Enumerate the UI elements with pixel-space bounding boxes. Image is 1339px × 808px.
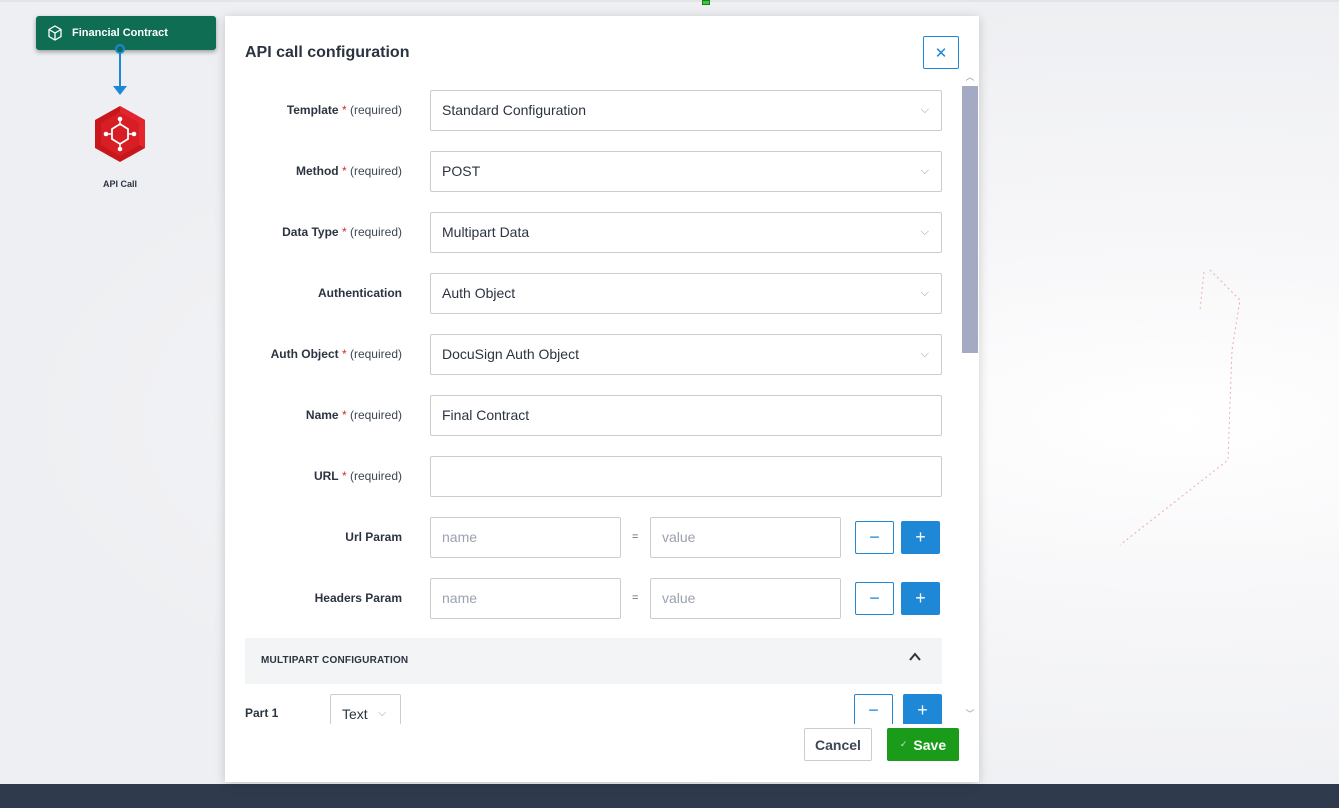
chevron-down-icon: ⌵ bbox=[920, 165, 929, 177]
url-row: URL * (required) bbox=[225, 456, 961, 497]
connector-port[interactable] bbox=[115, 44, 125, 54]
connector-arrowhead bbox=[113, 86, 127, 95]
headers-param-label: Headers Param bbox=[314, 591, 402, 605]
remove-part-button[interactable]: − bbox=[854, 694, 893, 724]
multipart-configuration-title: MULTIPART CONFIGURATION bbox=[261, 655, 409, 666]
name-label: Name * (required) bbox=[305, 408, 402, 422]
auth-object-label: Auth Object * (required) bbox=[270, 347, 402, 361]
scroll-down-icon[interactable]: ﹀ bbox=[964, 708, 976, 720]
save-button[interactable]: ✓ Save bbox=[887, 728, 959, 761]
save-button-label: Save bbox=[913, 736, 947, 753]
method-row: Method * (required) POST ⌵ bbox=[225, 151, 961, 192]
url-param-row: Url Param name = value − + bbox=[225, 517, 961, 558]
remove-url-param-button[interactable]: − bbox=[855, 521, 894, 554]
part-type-select[interactable]: Text ⌵ bbox=[330, 694, 401, 724]
part-label: Part 1 bbox=[245, 706, 279, 720]
api-hexagon-icon[interactable] bbox=[92, 104, 148, 164]
scroll-up-icon[interactable]: ︿ bbox=[964, 71, 976, 83]
method-label: Method * (required) bbox=[295, 164, 402, 178]
authentication-label: Authentication bbox=[318, 286, 402, 300]
method-select[interactable]: POST ⌵ bbox=[430, 151, 942, 192]
chevron-down-icon: ⌵ bbox=[920, 348, 929, 360]
data-type-select[interactable]: Multipart Data ⌵ bbox=[430, 212, 942, 253]
name-row: Name * (required) Final Contract bbox=[225, 395, 961, 436]
multipart-configuration-header[interactable]: MULTIPART CONFIGURATION bbox=[245, 638, 942, 684]
dialog-form: Template * (required) Standard Configura… bbox=[225, 84, 979, 724]
decorative-curve bbox=[1119, 269, 1241, 546]
cube-icon bbox=[48, 25, 62, 41]
chevron-down-icon: ⌵ bbox=[920, 226, 929, 238]
data-type-label: Data Type * (required) bbox=[282, 225, 402, 239]
connection-handle[interactable] bbox=[702, 0, 710, 5]
template-row: Template * (required) Standard Configura… bbox=[225, 90, 961, 131]
equals-sign: = bbox=[632, 592, 639, 604]
financial-contract-node-label: Financial Contract bbox=[72, 27, 168, 39]
url-input[interactable] bbox=[430, 456, 942, 497]
authentication-row: Authentication Auth Object ⌵ bbox=[225, 273, 961, 314]
add-url-param-button[interactable]: + bbox=[901, 521, 940, 554]
data-type-row: Data Type * (required) Multipart Data ⌵ bbox=[225, 212, 961, 253]
chevron-up-icon[interactable] bbox=[908, 650, 922, 664]
url-label: URL * (required) bbox=[313, 469, 402, 483]
chevron-down-icon: ⌵ bbox=[920, 287, 929, 299]
template-label: Template * (required) bbox=[286, 103, 402, 117]
dialog-title: API call configuration bbox=[245, 44, 410, 61]
template-select[interactable]: Standard Configuration ⌵ bbox=[430, 90, 942, 131]
equals-sign: = bbox=[632, 531, 639, 543]
close-icon: ✕ bbox=[934, 44, 948, 62]
authentication-select[interactable]: Auth Object ⌵ bbox=[430, 273, 942, 314]
api-call-node-label: API Call bbox=[102, 179, 137, 189]
url-param-name-input[interactable]: name bbox=[430, 517, 621, 558]
headers-param-value-input[interactable]: value bbox=[650, 578, 841, 619]
financial-contract-node[interactable]: Financial Contract bbox=[36, 16, 216, 50]
add-part-button[interactable]: + bbox=[903, 694, 942, 724]
url-param-label: Url Param bbox=[345, 530, 402, 544]
auth-object-select[interactable]: DocuSign Auth Object ⌵ bbox=[430, 334, 942, 375]
api-call-configuration-dialog: API call configuration ✕ Template * (req… bbox=[225, 16, 979, 782]
close-button[interactable]: ✕ bbox=[923, 36, 959, 69]
check-icon: ✓ bbox=[899, 739, 908, 749]
dialog-scrollbar[interactable]: ︿ ﹀ bbox=[961, 71, 979, 725]
url-param-value-input[interactable]: value bbox=[650, 517, 841, 558]
scrollbar-thumb[interactable] bbox=[962, 86, 978, 353]
auth-object-row: Auth Object * (required) DocuSign Auth O… bbox=[225, 334, 961, 375]
name-input[interactable]: Final Contract bbox=[430, 395, 942, 436]
bottom-bar bbox=[0, 784, 1339, 808]
headers-param-row: Headers Param name = value − + bbox=[225, 578, 961, 619]
canvas-top-border bbox=[0, 0, 1339, 2]
add-headers-param-button[interactable]: + bbox=[901, 582, 940, 615]
remove-headers-param-button[interactable]: − bbox=[855, 582, 894, 615]
chevron-down-icon: ⌵ bbox=[378, 708, 386, 719]
chevron-down-icon: ⌵ bbox=[920, 104, 929, 116]
headers-param-name-input[interactable]: name bbox=[430, 578, 621, 619]
cancel-button[interactable]: Cancel bbox=[804, 728, 872, 761]
